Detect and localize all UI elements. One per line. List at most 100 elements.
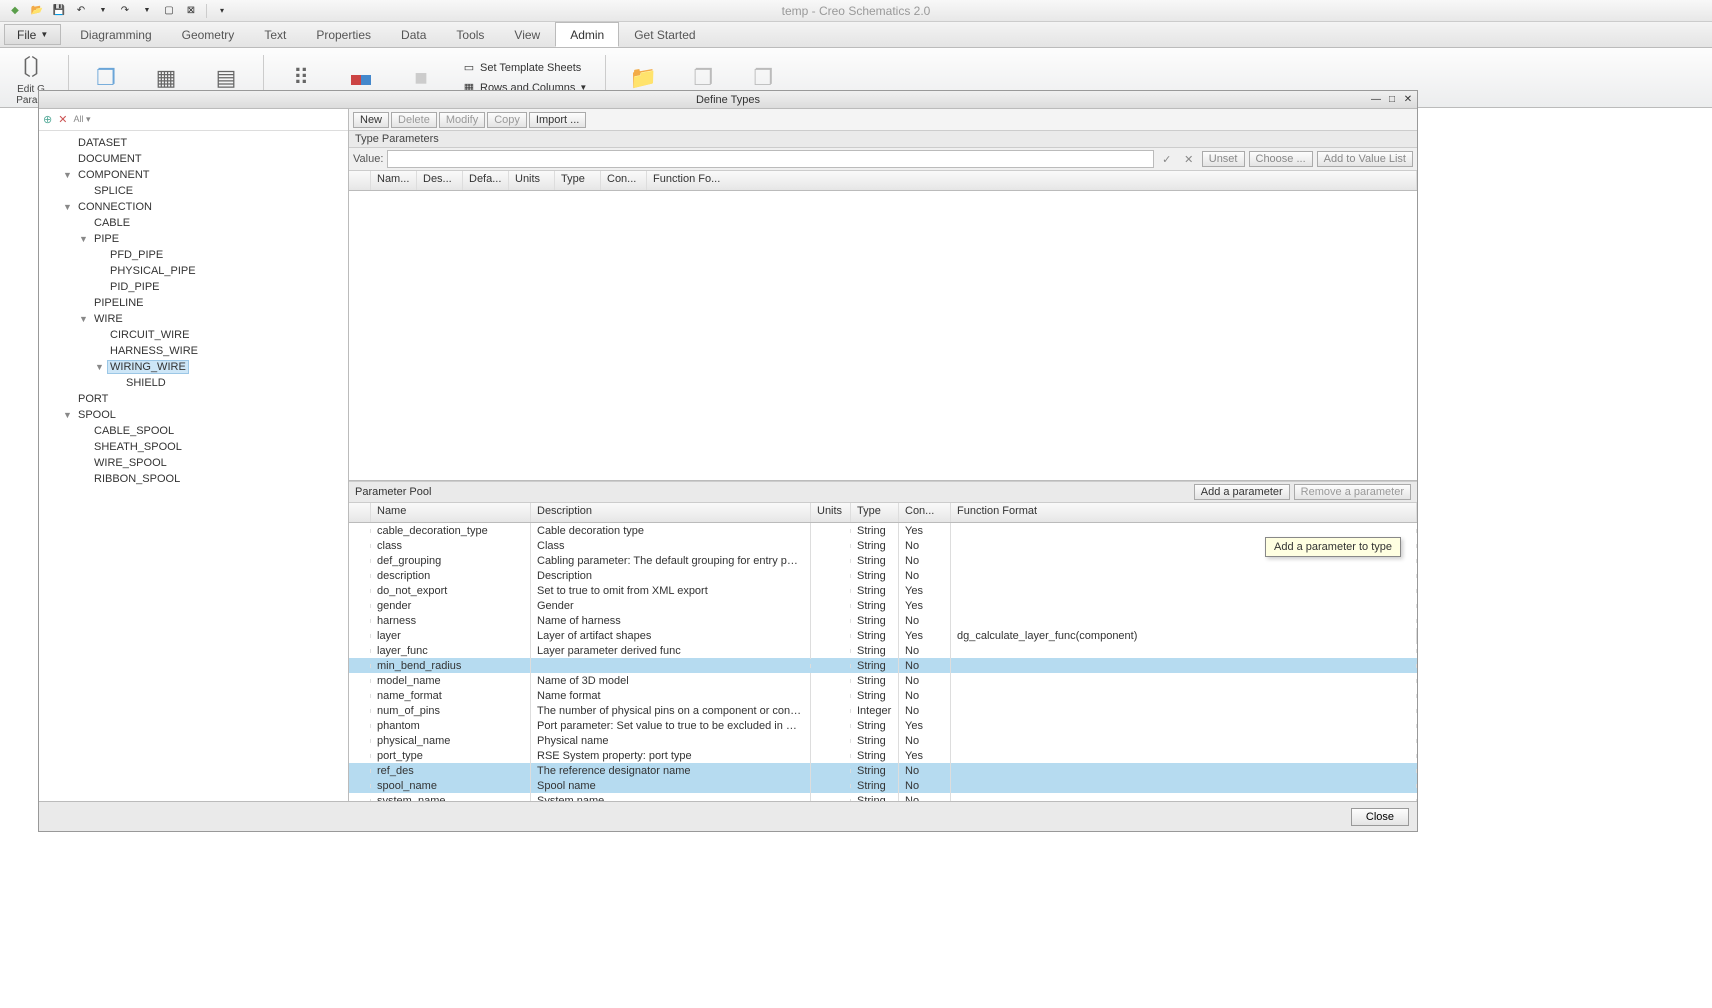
tab-admin[interactable]: Admin: [555, 22, 619, 47]
tree-delete-icon[interactable]: ✕: [58, 113, 67, 126]
col-name[interactable]: Nam...: [371, 171, 417, 190]
table-row[interactable]: model_nameName of 3D modelStringNo: [349, 673, 1417, 688]
regenerate-icon[interactable]: ▢: [160, 2, 178, 20]
tab-tools[interactable]: Tools: [441, 22, 499, 47]
tab-diagramming[interactable]: Diagramming: [65, 22, 166, 47]
check-icon[interactable]: ✓: [1158, 150, 1176, 168]
col-description[interactable]: Des...: [417, 171, 463, 190]
copy-button[interactable]: Copy: [487, 112, 527, 128]
tree-item[interactable]: WIRE_SPOOL: [39, 455, 348, 471]
table-row[interactable]: classClassStringNo: [349, 538, 1417, 553]
add-to-value-list-button[interactable]: Add to Value List: [1317, 151, 1413, 167]
col-constrained[interactable]: Con...: [899, 503, 951, 522]
tab-properties[interactable]: Properties: [301, 22, 386, 47]
tree-item[interactable]: PFD_PIPE: [39, 247, 348, 263]
col-type[interactable]: Type: [555, 171, 601, 190]
col-function-format[interactable]: Function Format: [951, 503, 1417, 522]
table-row[interactable]: ref_desThe reference designator nameStri…: [349, 763, 1417, 778]
tree-twisty-icon[interactable]: ▼: [63, 170, 75, 180]
tree-item[interactable]: RIBBON_SPOOL: [39, 471, 348, 487]
tree-add-icon[interactable]: ⊕: [43, 113, 52, 126]
type-params-grid[interactable]: [349, 191, 1417, 481]
dialog-titlebar[interactable]: Define Types — □ ✕: [39, 91, 1417, 109]
tree-item[interactable]: ▼WIRE: [39, 311, 348, 327]
table-row[interactable]: descriptionDescriptionStringNo: [349, 568, 1417, 583]
table-row[interactable]: layerLayer of artifact shapesStringYesdg…: [349, 628, 1417, 643]
remove-parameter-button[interactable]: Remove a parameter: [1294, 484, 1411, 500]
table-row[interactable]: system_nameSystem nameStringNo: [349, 793, 1417, 801]
redo-icon[interactable]: ↷: [116, 2, 134, 20]
cancel-icon[interactable]: ✕: [1180, 150, 1198, 168]
tree-item[interactable]: SHEATH_SPOOL: [39, 439, 348, 455]
tree-twisty-icon[interactable]: ▼: [63, 410, 75, 420]
col-units[interactable]: Units: [509, 171, 555, 190]
tab-text[interactable]: Text: [249, 22, 301, 47]
tab-data[interactable]: Data: [386, 22, 441, 47]
col-blank[interactable]: [349, 171, 371, 190]
tree-item[interactable]: SPLICE: [39, 183, 348, 199]
tree-item[interactable]: CABLE_SPOOL: [39, 423, 348, 439]
close-button[interactable]: Close: [1351, 808, 1409, 826]
table-row[interactable]: name_formatName formatStringNo: [349, 688, 1417, 703]
col-blank[interactable]: [349, 503, 371, 522]
tree-item[interactable]: ▼WIRING_WIRE: [39, 359, 348, 375]
tree-item[interactable]: PHYSICAL_PIPE: [39, 263, 348, 279]
minimize-icon[interactable]: —: [1369, 93, 1383, 107]
table-row[interactable]: harnessName of harnessStringNo: [349, 613, 1417, 628]
new-button[interactable]: New: [353, 112, 389, 128]
tree-item[interactable]: PORT: [39, 391, 348, 407]
tree-item[interactable]: PID_PIPE: [39, 279, 348, 295]
tree-twisty-icon[interactable]: ▼: [95, 362, 107, 372]
set-template-sheets-button[interactable]: ▭ Set Template Sheets: [458, 59, 591, 77]
modify-button[interactable]: Modify: [439, 112, 485, 128]
tree-item[interactable]: CIRCUIT_WIRE: [39, 327, 348, 343]
col-name[interactable]: Name: [371, 503, 531, 522]
delete-button[interactable]: Delete: [391, 112, 437, 128]
import-button[interactable]: Import ...: [529, 112, 586, 128]
table-row[interactable]: genderGenderStringYes: [349, 598, 1417, 613]
close-icon[interactable]: ✕: [1401, 93, 1415, 107]
col-default[interactable]: Defa...: [463, 171, 509, 190]
tree-item[interactable]: ▼SPOOL: [39, 407, 348, 423]
tree-item[interactable]: ▼CONNECTION: [39, 199, 348, 215]
tab-geometry[interactable]: Geometry: [167, 22, 250, 47]
redo-dropdown-icon[interactable]: ▼: [138, 2, 156, 20]
tree-item[interactable]: DATASET: [39, 135, 348, 151]
undo-dropdown-icon[interactable]: ▼: [94, 2, 112, 20]
tree-item[interactable]: PIPELINE: [39, 295, 348, 311]
col-type[interactable]: Type: [851, 503, 899, 522]
tree-filter-icon[interactable]: All ▾: [73, 114, 90, 125]
table-row[interactable]: cable_decoration_typeCable decoration ty…: [349, 523, 1417, 538]
col-units[interactable]: Units: [811, 503, 851, 522]
tree-twisty-icon[interactable]: ▼: [79, 234, 91, 244]
tree-item[interactable]: ▼COMPONENT: [39, 167, 348, 183]
tree-item[interactable]: ▼PIPE: [39, 231, 348, 247]
tree-item[interactable]: HARNESS_WIRE: [39, 343, 348, 359]
file-menu-button[interactable]: File ▼: [4, 24, 61, 45]
table-row[interactable]: def_groupingCabling parameter: The defau…: [349, 553, 1417, 568]
table-row[interactable]: layer_funcLayer parameter derived funcSt…: [349, 643, 1417, 658]
col-description[interactable]: Description: [531, 503, 811, 522]
tree-item[interactable]: CABLE: [39, 215, 348, 231]
undo-icon[interactable]: ↶: [72, 2, 90, 20]
table-row[interactable]: spool_nameSpool nameStringNo: [349, 778, 1417, 793]
close-windows-icon[interactable]: ⊠: [182, 2, 200, 20]
save-icon[interactable]: 💾: [50, 2, 68, 20]
add-parameter-button[interactable]: Add a parameter: [1194, 484, 1290, 500]
qat-customize-icon[interactable]: ▾: [213, 2, 231, 20]
table-row[interactable]: port_typeRSE System property: port typeS…: [349, 748, 1417, 763]
pool-grid[interactable]: cable_decoration_typeCable decoration ty…: [349, 523, 1417, 801]
tab-view[interactable]: View: [499, 22, 555, 47]
maximize-icon[interactable]: □: [1385, 93, 1399, 107]
tree-twisty-icon[interactable]: ▼: [79, 314, 91, 324]
table-row[interactable]: min_bend_radiusStringNo: [349, 658, 1417, 673]
table-row[interactable]: physical_namePhysical nameStringNo: [349, 733, 1417, 748]
unset-button[interactable]: Unset: [1202, 151, 1245, 167]
tree-item[interactable]: DOCUMENT: [39, 151, 348, 167]
tab-get-started[interactable]: Get Started: [619, 22, 710, 47]
tree-item[interactable]: SHIELD: [39, 375, 348, 391]
tree-twisty-icon[interactable]: ▼: [63, 202, 75, 212]
col-constrained[interactable]: Con...: [601, 171, 647, 190]
value-input[interactable]: [387, 150, 1153, 168]
type-tree[interactable]: DATASETDOCUMENT▼COMPONENTSPLICE▼CONNECTI…: [39, 131, 348, 801]
